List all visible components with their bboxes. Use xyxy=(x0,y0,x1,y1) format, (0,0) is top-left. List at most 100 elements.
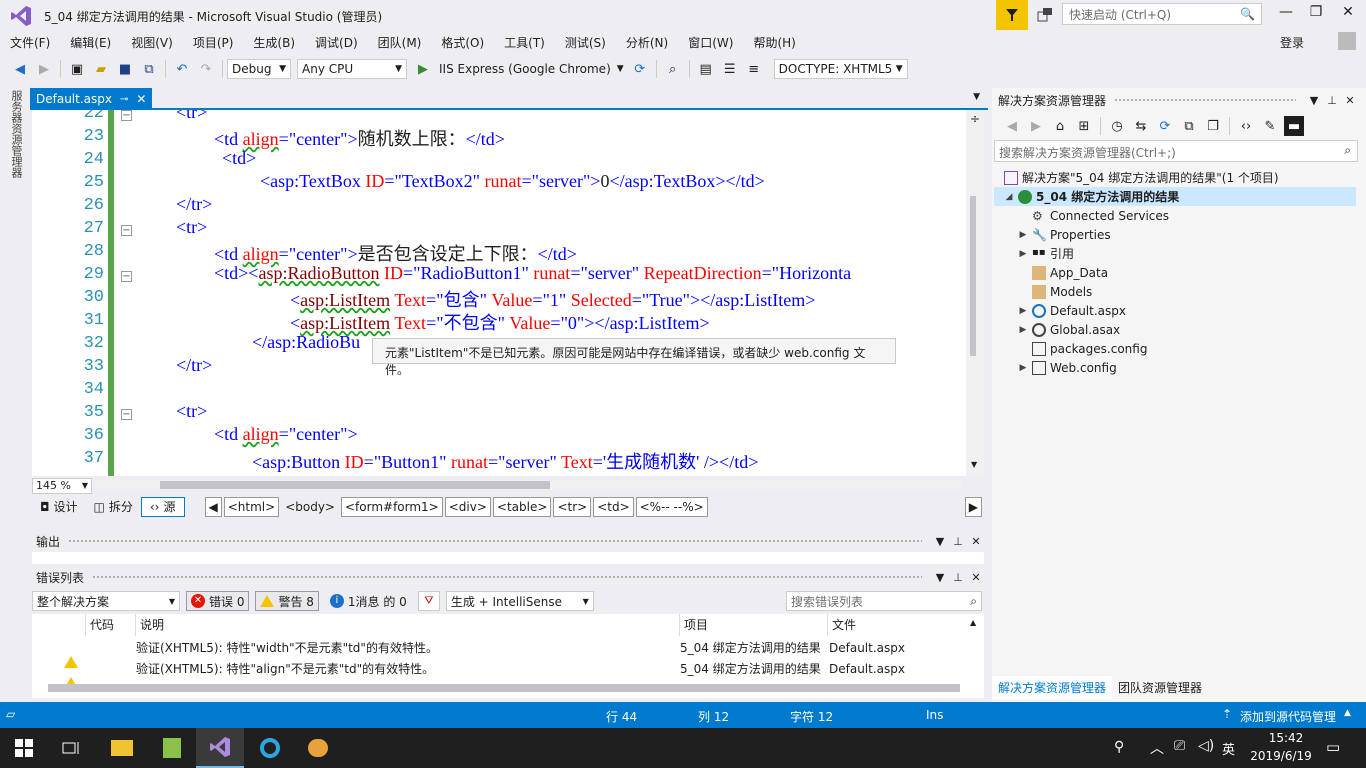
feedback-icon[interactable] xyxy=(1036,6,1054,24)
breadcrumb-item[interactable]: <table> xyxy=(492,497,552,517)
new-project-icon[interactable]: ▣ xyxy=(67,59,87,79)
save-all-icon[interactable]: ⧉ xyxy=(139,59,159,79)
home-icon[interactable]: ⌂ xyxy=(1050,116,1070,136)
tree-item[interactable]: App_Data xyxy=(1018,263,1108,282)
tree-expander[interactable]: ▶ xyxy=(1018,306,1028,316)
maximize-button[interactable]: ❐ xyxy=(1304,4,1328,24)
find-icon[interactable]: ⌕ xyxy=(663,59,683,79)
refresh-icon[interactable]: ⟳ xyxy=(1155,116,1175,136)
tab-default-aspx[interactable]: Default.aspx ⊸ ✕ xyxy=(30,88,153,110)
sync-with-document-icon[interactable]: ⇆ xyxy=(1131,116,1151,136)
collapse-toggle-icon[interactable]: − xyxy=(121,409,132,420)
action-center-icon[interactable]: ▭ xyxy=(1326,738,1340,756)
close-button[interactable]: ✕ xyxy=(1336,4,1360,24)
refresh-browser-icon[interactable]: ⟳ xyxy=(630,59,650,79)
breadcrumb-item[interactable]: <%-- --%> xyxy=(635,497,708,517)
pane-menu-chevron-icon[interactable]: ▼ xyxy=(1306,94,1322,107)
scrollbar-thumb[interactable] xyxy=(160,481,550,489)
collapse-all-icon[interactable]: ⧉ xyxy=(1179,116,1199,136)
tree-expander[interactable]: ▶ xyxy=(1018,230,1028,240)
minimize-button[interactable]: — xyxy=(1274,4,1298,24)
save-icon[interactable]: ■ xyxy=(115,59,135,79)
error-search-input[interactable]: 搜索错误列表 ⌕ xyxy=(786,591,982,611)
clear-filter-icon[interactable]: ⛛ xyxy=(417,591,440,611)
switch-views-icon[interactable]: ⊞ xyxy=(1074,116,1094,136)
forward-icon[interactable]: ▶ xyxy=(1026,116,1046,136)
menu-file[interactable]: 文件(F) xyxy=(0,33,60,53)
tree-expander[interactable]: ▶ xyxy=(1018,363,1028,373)
redo-icon[interactable]: ↷ xyxy=(196,59,216,79)
doctype-dropdown[interactable]: DOCTYPE: XHTML5 ▼ xyxy=(773,59,908,79)
tree-item[interactable]: ▶ Default.aspx xyxy=(1018,301,1126,320)
menu-view[interactable]: 视图(V) xyxy=(121,33,183,53)
account-icon[interactable] xyxy=(1338,32,1356,50)
tab-list-chevron-icon[interactable]: ▼ xyxy=(973,92,980,102)
close-icon[interactable]: ✕ xyxy=(1342,94,1358,107)
breadcrumb-scroll-right-icon[interactable]: ▶ xyxy=(964,497,982,517)
chevron-up-icon[interactable]: ▲ xyxy=(1344,708,1351,718)
pane-drag-grip[interactable] xyxy=(1114,97,1296,103)
solution-configuration-dropdown[interactable]: Debug ▼ xyxy=(227,59,291,79)
network-icon[interactable]: ⎚ xyxy=(1174,738,1185,754)
show-all-files-icon[interactable]: ❐ xyxy=(1203,116,1223,136)
tree-expander[interactable]: ▶ xyxy=(1018,249,1028,259)
pin-icon[interactable]: ⊥ xyxy=(1324,94,1340,107)
navigate-back-icon[interactable]: ◀ xyxy=(10,59,30,79)
visual-studio-taskbar-icon[interactable] xyxy=(196,728,244,768)
tree-item[interactable]: ▶ 🔧 Properties xyxy=(1018,225,1111,244)
pin-icon[interactable]: ⊥ xyxy=(950,571,966,584)
breadcrumb-item[interactable]: <td> xyxy=(593,497,634,517)
menu-debug[interactable]: 调试(D) xyxy=(305,33,368,53)
pane-drag-grip[interactable] xyxy=(92,574,922,580)
menu-edit[interactable]: 编辑(E) xyxy=(60,33,121,53)
back-icon[interactable]: ◀ xyxy=(1002,116,1022,136)
outdent-icon[interactable]: ≡ xyxy=(744,59,764,79)
collapse-toggle-icon[interactable]: − xyxy=(121,110,132,121)
undo-icon[interactable]: ↶ xyxy=(172,59,192,79)
pane-drag-grip[interactable] xyxy=(68,538,922,544)
source-view-button[interactable]: ‹› 源 xyxy=(140,497,185,517)
preview-selected-icon[interactable]: ▬ xyxy=(1284,116,1304,136)
build-filter-dropdown[interactable]: 生成 + IntelliSense ▼ xyxy=(445,591,594,611)
design-view-button[interactable]: ◘ 设计 xyxy=(32,497,86,517)
clock-time[interactable]: 15:42 xyxy=(1256,731,1316,745)
tree-item[interactable]: ▶ ▪▪ 引用 xyxy=(1018,244,1074,263)
volume-icon[interactable]: ◁) xyxy=(1198,738,1214,754)
tree-item[interactable]: ▶ Web.config xyxy=(1018,358,1117,377)
tab-team-explorer[interactable]: 团队资源管理器 xyxy=(1112,676,1208,699)
tree-item[interactable]: Models xyxy=(1018,282,1092,301)
notepad-plus-icon[interactable] xyxy=(148,728,196,768)
navigate-forward-icon[interactable]: ▶ xyxy=(34,59,54,79)
pane-menu-chevron-icon[interactable]: ▼ xyxy=(932,571,948,584)
menu-team[interactable]: 团队(M) xyxy=(368,33,432,53)
file-explorer-icon[interactable] xyxy=(98,728,146,768)
table-row[interactable]: 验证(XHTML5): 特性"align"不是元素"td"的有效特性。 5_04… xyxy=(32,659,964,689)
column-header-project[interactable]: 项目 xyxy=(680,614,828,636)
ime-indicator[interactable]: 英 xyxy=(1222,739,1235,758)
properties-wrench-icon[interactable]: ✎ xyxy=(1260,116,1280,136)
people-icon[interactable]: ⚲ xyxy=(1114,739,1124,755)
notifications-flag-icon[interactable] xyxy=(996,0,1028,30)
errors-filter-button[interactable]: ✕ 错误 0 xyxy=(186,591,250,611)
menu-tools[interactable]: 工具(T) xyxy=(494,33,555,53)
show-hidden-icons-chevron-icon[interactable]: ︿ xyxy=(1150,738,1164,758)
split-view-button[interactable]: ◫ 拆分 xyxy=(86,497,141,517)
menu-project[interactable]: 项目(P) xyxy=(183,33,244,53)
close-icon[interactable]: ✕ xyxy=(968,535,984,548)
pin-icon[interactable]: ⊥ xyxy=(950,535,966,548)
column-header-description[interactable]: 说明 xyxy=(136,614,680,636)
column-header-code[interactable]: 代码 xyxy=(86,614,136,636)
breadcrumb-item[interactable]: <body> xyxy=(281,497,339,517)
windows-start-icon[interactable] xyxy=(0,728,48,768)
tree-solution-node[interactable]: 解决方案"5_04 绑定方法调用的结果"(1 个项目) xyxy=(1004,168,1279,187)
expanded-chevron-icon[interactable]: ◢ xyxy=(1004,192,1014,202)
login-link[interactable]: 登录 xyxy=(1280,34,1304,51)
indent-icon[interactable]: ☰ xyxy=(720,59,740,79)
tree-item[interactable]: ▶ Global.asax xyxy=(1018,320,1120,339)
menu-test[interactable]: 测试(S) xyxy=(555,33,616,53)
pending-changes-filter-icon[interactable]: ◷ xyxy=(1107,116,1127,136)
scroll-down-icon[interactable]: ▼ xyxy=(971,460,977,469)
zoom-level-dropdown[interactable]: 145 % ▼ xyxy=(32,478,92,494)
menu-window[interactable]: 窗口(W) xyxy=(678,33,743,53)
breadcrumb-scroll-left-icon[interactable]: ◀ xyxy=(204,497,222,517)
